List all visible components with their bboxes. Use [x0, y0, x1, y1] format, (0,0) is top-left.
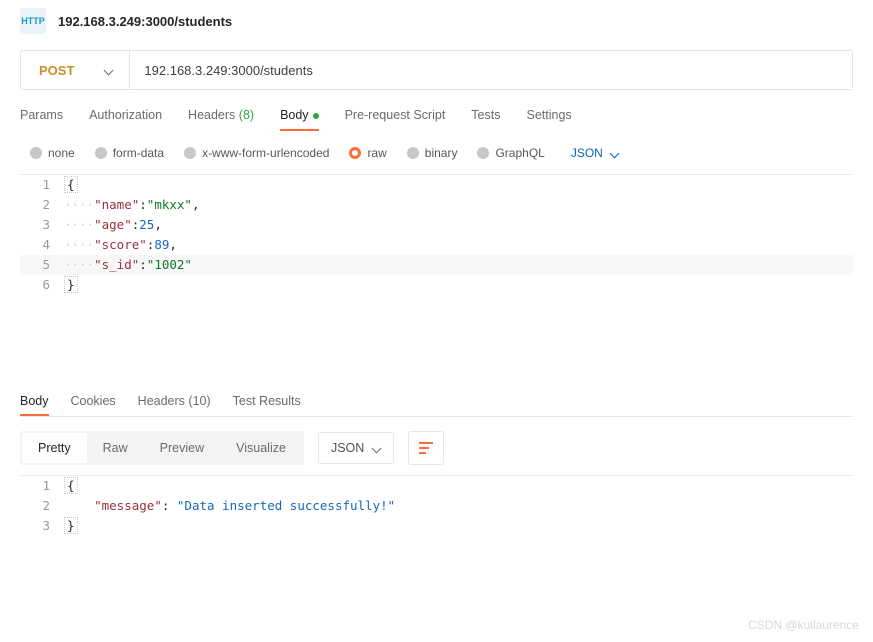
tab-tests[interactable]: Tests: [471, 108, 500, 131]
view-preview[interactable]: Preview: [144, 433, 220, 463]
resp-headers-count: (10): [188, 394, 210, 408]
chevron-down-icon: [372, 444, 381, 453]
radio-icon: [184, 147, 196, 159]
resp-tab-tests[interactable]: Test Results: [233, 394, 301, 416]
response-body-editor[interactable]: 1{ 2 "message": "Data inserted successfu…: [20, 475, 853, 536]
tab-headers-label: Headers: [188, 108, 235, 122]
line-number: 6: [20, 275, 64, 295]
tab-headers[interactable]: Headers (8): [188, 108, 254, 131]
body-type-row: none form-data x-www-form-urlencoded raw…: [0, 132, 873, 174]
http-icon: HTTP: [20, 8, 46, 34]
radio-icon: [349, 147, 361, 159]
json-key: "name": [94, 197, 139, 212]
body-type-raw[interactable]: raw: [349, 146, 386, 160]
line-number: 2: [20, 496, 64, 516]
line-number: 1: [20, 175, 64, 195]
body-type-none[interactable]: none: [30, 146, 75, 160]
json-string: "mkxx": [147, 197, 192, 212]
tab-authorization[interactable]: Authorization: [89, 108, 162, 131]
brace-close: }: [64, 517, 78, 534]
request-tabs: Params Authorization Headers (8) Body Pr…: [0, 90, 873, 132]
request-row: POST: [20, 50, 853, 90]
radio-icon: [30, 147, 42, 159]
line-number: 4: [20, 235, 64, 255]
radio-icon: [407, 147, 419, 159]
body-type-graphql[interactable]: GraphQL: [477, 146, 544, 160]
line-number: 1: [20, 476, 64, 496]
view-visualize[interactable]: Visualize: [220, 433, 302, 463]
json-key: "age": [94, 217, 132, 232]
tab-prerequest[interactable]: Pre-request Script: [345, 108, 446, 131]
line-number: 3: [20, 516, 64, 536]
line-number: 5: [20, 255, 64, 275]
view-mode-group: Pretty Raw Preview Visualize: [20, 431, 304, 465]
resp-tab-body[interactable]: Body: [20, 394, 49, 416]
watermark: CSDN @kuilaurence: [748, 618, 859, 632]
response-controls: Pretty Raw Preview Visualize JSON: [0, 417, 873, 475]
url-input[interactable]: [130, 51, 852, 89]
tab-settings[interactable]: Settings: [526, 108, 571, 131]
body-type-none-label: none: [48, 146, 75, 160]
request-body-editor[interactable]: 1{ 2····"name":"mkxx", 3····"age":25, 4·…: [20, 174, 853, 354]
resp-tab-cookies[interactable]: Cookies: [71, 394, 116, 416]
wrap-toggle-button[interactable]: [408, 431, 444, 465]
resp-tab-headers-label: Headers: [138, 394, 185, 408]
json-key: "s_id": [94, 257, 139, 272]
json-string: "Data inserted successfully!": [177, 498, 395, 513]
body-type-binary-label: binary: [425, 146, 458, 160]
format-label: JSON: [571, 146, 603, 160]
json-string: "1002": [147, 257, 192, 272]
response-tabs: Body Cookies Headers (10) Test Results: [0, 394, 873, 416]
body-type-urlencoded-label: x-www-form-urlencoded: [202, 146, 329, 160]
line-number: 3: [20, 215, 64, 235]
method-label: POST: [39, 63, 74, 78]
view-raw[interactable]: Raw: [87, 433, 144, 463]
resp-tab-headers[interactable]: Headers (10): [138, 394, 211, 416]
response-format-label: JSON: [331, 441, 364, 455]
body-type-formdata[interactable]: form-data: [95, 146, 164, 160]
request-title: 192.168.3.249:3000/students: [58, 14, 232, 29]
chevron-down-icon: [104, 66, 113, 75]
body-type-urlencoded[interactable]: x-www-form-urlencoded: [184, 146, 329, 160]
format-select[interactable]: JSON: [571, 146, 619, 160]
line-number: 2: [20, 195, 64, 215]
body-type-raw-label: raw: [367, 146, 386, 160]
wrap-icon: [419, 442, 433, 454]
brace-open: {: [64, 477, 78, 494]
json-key: "score": [94, 237, 147, 252]
body-type-graphql-label: GraphQL: [495, 146, 544, 160]
json-number: 25: [139, 217, 154, 232]
headers-count: (8): [239, 108, 254, 122]
tab-params[interactable]: Params: [20, 108, 63, 131]
radio-icon: [477, 147, 489, 159]
body-type-formdata-label: form-data: [113, 146, 164, 160]
tab-header: HTTP 192.168.3.249:3000/students: [0, 0, 873, 44]
response-format-select[interactable]: JSON: [318, 432, 394, 464]
chevron-down-icon: [610, 149, 619, 158]
brace-open: {: [64, 176, 78, 193]
view-pretty[interactable]: Pretty: [22, 433, 87, 463]
tab-body[interactable]: Body: [280, 108, 319, 131]
json-number: 89: [154, 237, 169, 252]
body-type-binary[interactable]: binary: [407, 146, 458, 160]
modified-dot-icon: [309, 108, 319, 122]
json-key: "message": [94, 498, 162, 513]
radio-icon: [95, 147, 107, 159]
tab-body-label: Body: [280, 108, 309, 122]
method-select[interactable]: POST: [21, 51, 130, 89]
brace-close: }: [64, 276, 78, 293]
